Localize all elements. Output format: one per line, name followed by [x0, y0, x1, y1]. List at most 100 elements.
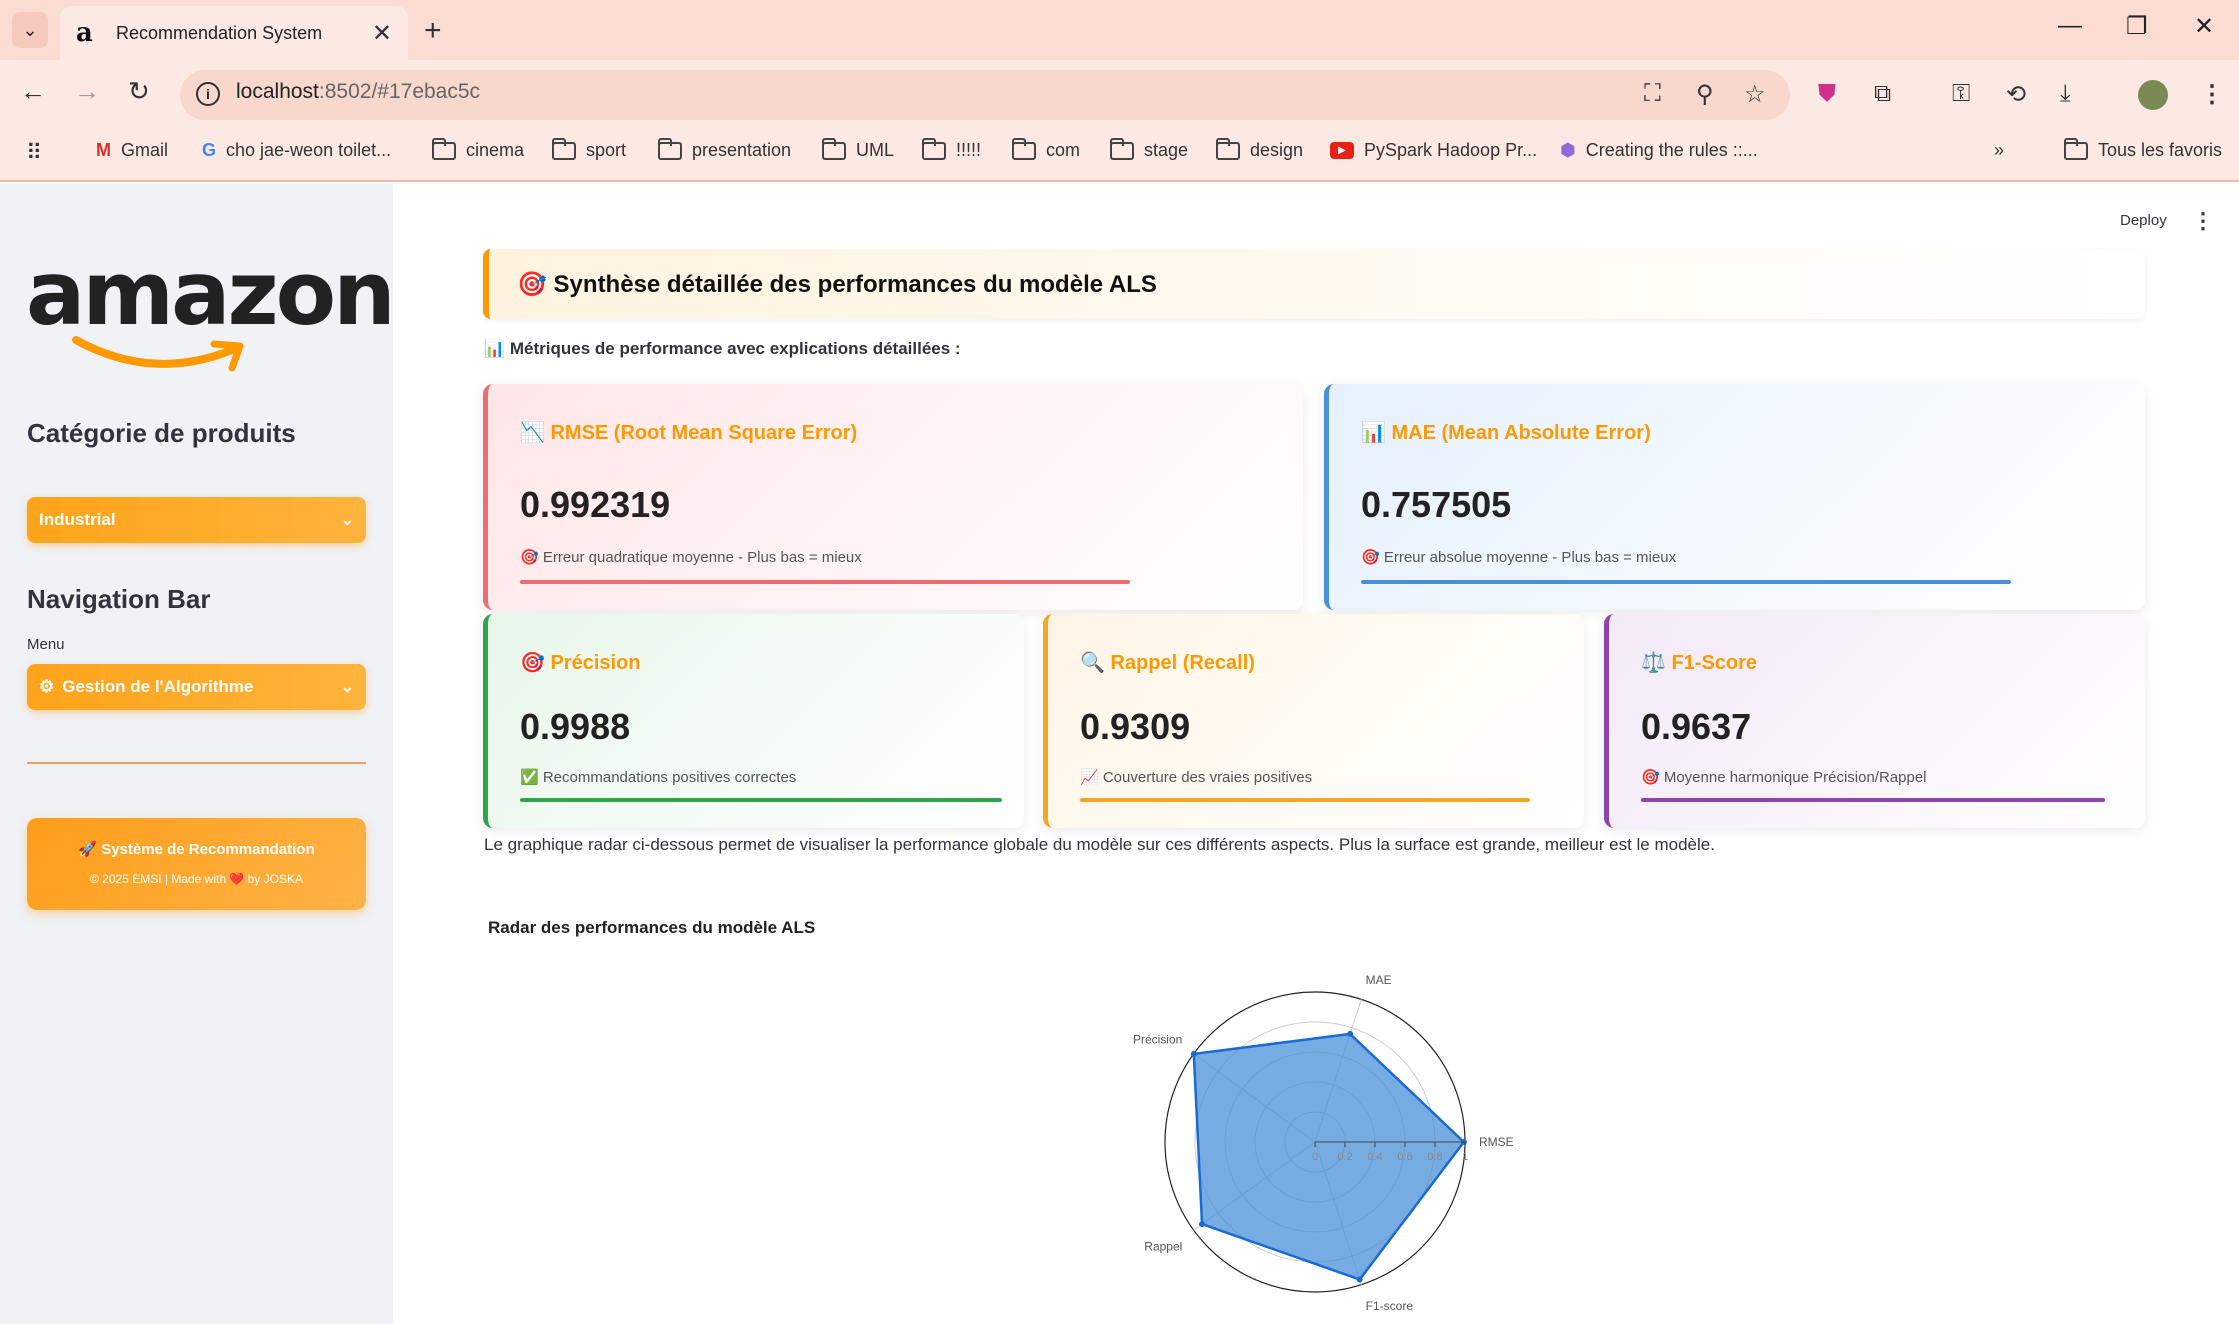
- radar-tick-label: 0.6: [1397, 1151, 1412, 1163]
- site-info-icon[interactable]: i: [196, 82, 220, 106]
- close-tab-icon[interactable]: ✕: [372, 19, 392, 48]
- radar-explanation: Le graphique radar ci-dessous permet de …: [484, 835, 1715, 854]
- amazon-favicon-icon: a: [76, 18, 93, 48]
- folder-icon: [658, 137, 682, 160]
- bookmark-gmail[interactable]: M Gmail: [96, 140, 168, 161]
- tab-search-button[interactable]: ⌄: [12, 12, 48, 48]
- bookmark-design[interactable]: design: [1216, 137, 1303, 161]
- amazon-smile-icon: [72, 336, 244, 372]
- bookmark-star-icon[interactable]: ☆: [1744, 80, 1766, 109]
- bookmark-uml[interactable]: UML: [822, 137, 894, 161]
- radar-chart-title: Radar des performances du modèle ALS: [488, 918, 816, 937]
- app-menu-icon[interactable]: ⋮: [2192, 208, 2214, 234]
- ublock-icon[interactable]: ⛊: [1818, 80, 1836, 108]
- radar-point: [1347, 1030, 1354, 1037]
- radar-axis-label: Rappel: [1144, 1239, 1182, 1253]
- page-title: 🎯 Synthèse détaillée des performances du…: [517, 270, 1157, 298]
- mae-description: 🎯 Erreur absolue moyenne - Plus bas = mi…: [1361, 549, 1677, 566]
- close-window-icon[interactable]: ✕: [2194, 12, 2214, 41]
- gear-icon: ⚙: [39, 677, 55, 696]
- bookmark-presentation[interactable]: presentation: [658, 137, 791, 161]
- radar-chart: 0 0.2 0.4 0.6 0.8 1 RMSE MAE Précision Rappel F1-s…: [1133, 973, 1514, 1313]
- bookmark-exclaim[interactable]: !!!!!: [922, 137, 981, 161]
- download-icon[interactable]: ⤓: [2060, 80, 2071, 108]
- recall-description: 📈 Couverture des vraies positives: [1080, 769, 1313, 786]
- page-header: 🎯 Synthèse détaillée des performances du…: [483, 249, 2145, 319]
- recall-card: 🔍 Rappel (Recall) 0.9309 📈 Couverture de…: [1043, 614, 1584, 828]
- f1-card: ⚖️ F1-Score 0.9637 🎯 Moyenne harmonique …: [1604, 614, 2145, 828]
- mae-card: 📊 MAE (Mean Absolute Error) 0.757505 🎯 E…: [1324, 384, 2145, 610]
- radar-axis-label: Précision: [1133, 1033, 1182, 1047]
- radar-axis-label: MAE: [1366, 973, 1392, 987]
- menu-select-value: Gestion de l'Algorithme: [62, 677, 254, 696]
- mae-value: 0.757505: [1361, 484, 1512, 525]
- category-heading: Catégorie de produits: [27, 418, 296, 448]
- bookmark-pyspark[interactable]: ▶ PySpark Hadoop Pr...: [1330, 140, 1537, 161]
- category-select-value: Industrial: [39, 510, 116, 529]
- f1-description: 🎯 Moyenne harmonique Précision/Rappel: [1641, 769, 1927, 786]
- f1-bar: [1641, 798, 2105, 802]
- extensions-icon[interactable]: ⧉: [1874, 80, 1891, 108]
- rmse-description: 🎯 Erreur quadratique moyenne - Plus bas …: [520, 549, 862, 566]
- metrics-subheading: 📊 Métriques de performance avec explicat…: [484, 339, 961, 358]
- history-icon[interactable]: ⟲: [2006, 80, 2026, 109]
- folder-icon: [822, 137, 846, 160]
- rmse-bar: [520, 580, 1130, 584]
- radar-point: [1356, 1276, 1363, 1283]
- all-bookmarks[interactable]: Tous les favoris: [2064, 137, 2222, 161]
- tab-title: Recommendation System: [116, 22, 323, 43]
- reload-icon[interactable]: ↻: [128, 76, 150, 107]
- radar-tick-label: 1: [1462, 1151, 1468, 1163]
- precision-description: ✅ Recommandations positives correctes: [520, 769, 797, 786]
- radar-tick-label: 0.2: [1337, 1151, 1352, 1163]
- restore-icon[interactable]: ❐: [2126, 12, 2148, 41]
- zoom-icon[interactable]: ⚲: [1696, 80, 1714, 109]
- rmse-card: 📉 RMSE (Root Mean Square Error) 0.992319…: [483, 384, 1303, 610]
- precision-value: 0.9988: [520, 706, 631, 747]
- bookmark-sport[interactable]: sport: [552, 137, 626, 161]
- sidebar-divider: [27, 762, 366, 764]
- browser-tab[interactable]: a Recommendation System ✕: [60, 6, 408, 60]
- nav-heading: Navigation Bar: [27, 584, 211, 614]
- mae-title: 📊 MAE (Mean Absolute Error): [1361, 422, 1651, 444]
- precision-card: 🎯 Précision 0.9988 ✅ Recommandations pos…: [483, 614, 1024, 828]
- forward-arrow-icon[interactable]: →: [74, 76, 100, 107]
- f1-title: ⚖️ F1-Score: [1641, 652, 1758, 674]
- chevron-down-icon: ⌄: [340, 679, 354, 696]
- chevron-down-icon: ⌄: [340, 512, 354, 529]
- recall-bar: [1080, 798, 1530, 802]
- folder-icon: [1110, 137, 1134, 160]
- bookmark-com[interactable]: com: [1012, 137, 1080, 161]
- folder-icon: [2064, 137, 2088, 160]
- minimize-icon[interactable]: —: [2058, 12, 2082, 40]
- radar-point: [1199, 1221, 1206, 1228]
- sidebar-footer-card: 🚀 Système de Recommandation © 2025 EMSI …: [27, 818, 366, 910]
- profile-avatar[interactable]: [2138, 80, 2168, 110]
- precision-title: 🎯 Précision: [520, 652, 641, 674]
- footer-subtitle: © 2025 EMSI | Made with ❤️ by JOSKA: [90, 872, 303, 886]
- bookmark-cinema[interactable]: cinema: [432, 137, 524, 161]
- bookmark-creating-rules[interactable]: ⬢ Creating the rules ::...: [1560, 140, 1758, 161]
- mae-bar: [1361, 580, 2011, 584]
- bookmark-google[interactable]: Gcho jae-weon toilet...: [202, 140, 391, 161]
- new-tab-button[interactable]: +: [424, 14, 442, 48]
- category-select[interactable]: Industrial ⌄: [27, 497, 366, 543]
- folder-icon: [1012, 137, 1036, 160]
- menu-select[interactable]: ⚙ Gestion de l'Algorithme ⌄: [27, 664, 366, 710]
- recall-value: 0.9309: [1080, 706, 1191, 747]
- bookmark-stage[interactable]: stage: [1110, 137, 1188, 161]
- f1-value: 0.9637: [1641, 706, 1752, 747]
- recall-title: 🔍 Rappel (Recall): [1080, 652, 1255, 674]
- translate-icon[interactable]: ⛶: [1644, 80, 1661, 108]
- more-bookmarks-icon[interactable]: »: [1994, 140, 2004, 161]
- back-arrow-icon[interactable]: ←: [20, 76, 46, 107]
- url-text[interactable]: localhost:8502/#17ebac5c: [236, 80, 480, 104]
- deploy-button[interactable]: Deploy: [2120, 212, 2167, 229]
- radar-axis-label: RMSE: [1479, 1135, 1514, 1149]
- radar-tick-label: 0.4: [1367, 1151, 1382, 1163]
- rmse-title: 📉 RMSE (Root Mean Square Error): [520, 422, 858, 444]
- apps-grid-icon[interactable]: ⠿: [26, 140, 42, 166]
- password-key-icon[interactable]: ⚿: [1952, 80, 1970, 108]
- chrome-menu-icon[interactable]: ⋮: [2200, 80, 2224, 109]
- radar-series-area: [1192, 1032, 1466, 1281]
